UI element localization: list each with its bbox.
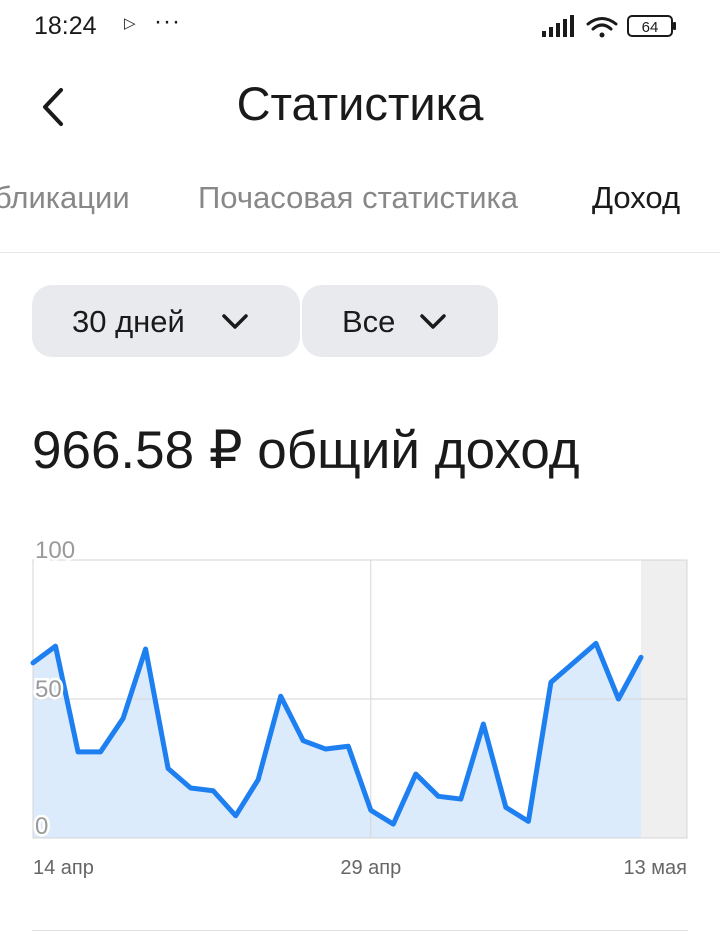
more-notifications-icon: ···: [154, 8, 181, 35]
income-chart-svg: 100 50 0 14 апр 29 апр 13 мая: [30, 535, 688, 879]
battery-icon: 64: [627, 15, 676, 37]
status-bar: 18:24 ▷ ··· 64: [0, 0, 720, 56]
x-tick-label: 13 мая: [623, 857, 687, 879]
tab-hourly-stats[interactable]: Почасовая статистика: [198, 180, 518, 216]
y-tick-label: 50: [35, 676, 62, 703]
x-tick-label: 14 апр: [33, 857, 94, 879]
status-icons: 64: [542, 13, 682, 41]
chevron-down-icon: [222, 314, 248, 329]
divider: [32, 930, 688, 931]
total-income: 966.58 ₽ общий доход: [32, 421, 580, 480]
period-dropdown-label: 30 дней: [72, 304, 185, 339]
x-tick-label: 29 апр: [340, 857, 401, 879]
y-tick-label: 0: [35, 813, 48, 840]
tab-publications[interactable]: бликации: [0, 180, 130, 216]
tab-bar: бликации Почасовая статистика Доход: [0, 160, 720, 253]
wifi-icon: [586, 17, 618, 38]
app-bar: Статистика: [0, 60, 720, 150]
page-title: Статистика: [236, 77, 484, 130]
period-dropdown[interactable]: 30 дней: [32, 285, 300, 357]
play-icon: ▷: [124, 15, 136, 32]
scope-dropdown[interactable]: Все: [302, 285, 498, 357]
chevron-down-icon: [420, 314, 446, 329]
series-area: [33, 643, 641, 838]
battery-level: 64: [642, 19, 659, 36]
scope-dropdown-label: Все: [342, 304, 396, 339]
income-chart: 100 50 0 14 апр 29 апр 13 мая: [0, 520, 720, 890]
y-tick-label: 100: [35, 537, 75, 564]
status-time: 18:24: [34, 12, 97, 40]
tab-income[interactable]: Доход: [592, 180, 680, 216]
signal-icon: [542, 15, 574, 37]
